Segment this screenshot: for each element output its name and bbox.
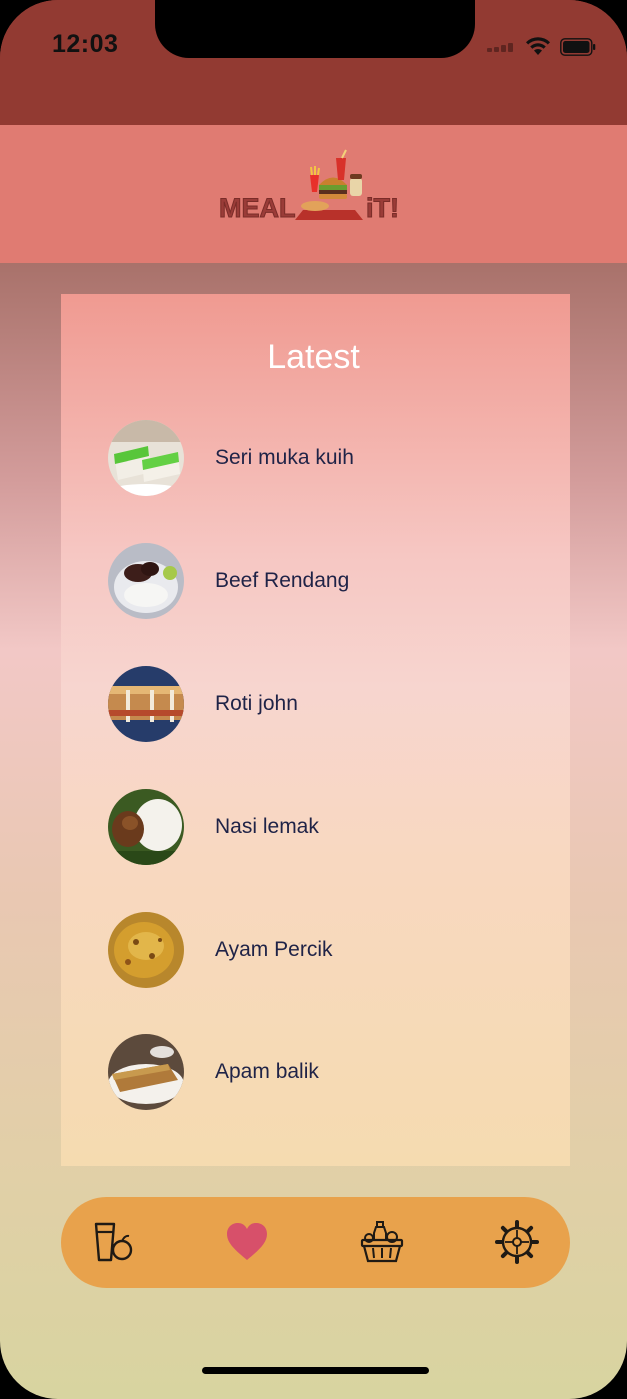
list-item-label: Ayam Percik	[215, 938, 333, 961]
list-item-apam-balik[interactable]: Apam balik	[108, 1034, 528, 1112]
list-item-label: Nasi lemak	[215, 815, 319, 838]
latest-title: Latest	[267, 338, 360, 376]
home-indicator[interactable]	[202, 1367, 429, 1374]
status-time: 12:03	[52, 30, 119, 58]
ayam-percik-photo	[108, 912, 184, 988]
signal-icon	[487, 42, 521, 52]
list-item-ayam-percik[interactable]: Ayam Percik	[108, 912, 528, 990]
battery-icon	[560, 38, 596, 56]
meal-it-logo: MEAL iT!	[219, 149, 400, 224]
list-item-label: Beef Rendang	[215, 569, 350, 592]
food-tray-icon	[295, 149, 363, 220]
beef-rendang-photo	[108, 543, 184, 619]
list-item-label: Apam balik	[215, 1060, 319, 1083]
list-item-nasi-lemak[interactable]: Nasi lemak	[108, 789, 528, 867]
wifi-icon	[526, 37, 550, 55]
apam-balik-photo	[108, 1034, 184, 1110]
seri-muka-photo	[108, 420, 184, 496]
bottom-tab-bar	[61, 1197, 570, 1288]
logo-text-right: iT!	[366, 193, 399, 223]
heart-icon[interactable]	[225, 1220, 269, 1264]
list-item-seri-muka[interactable]: Seri muka kuih	[108, 420, 528, 498]
list-item-beef-rendang[interactable]: Beef Rendang	[108, 543, 528, 621]
notch	[155, 0, 475, 58]
list-item-roti-john[interactable]: Roti john	[108, 666, 528, 744]
list-item-label: Seri muka kuih	[215, 446, 354, 469]
roti-john-photo	[108, 666, 184, 742]
drink-fruit-icon[interactable]	[92, 1220, 136, 1264]
app-screen: 12:03 MEAL iT! Latest Seri muka kuih Bee…	[0, 0, 627, 1399]
nasi-lemak-photo	[108, 789, 184, 865]
list-item-label: Roti john	[215, 692, 298, 715]
settings-gear-icon[interactable]	[495, 1220, 539, 1264]
basket-icon[interactable]	[360, 1220, 404, 1264]
logo-text-left: MEAL	[219, 193, 296, 223]
